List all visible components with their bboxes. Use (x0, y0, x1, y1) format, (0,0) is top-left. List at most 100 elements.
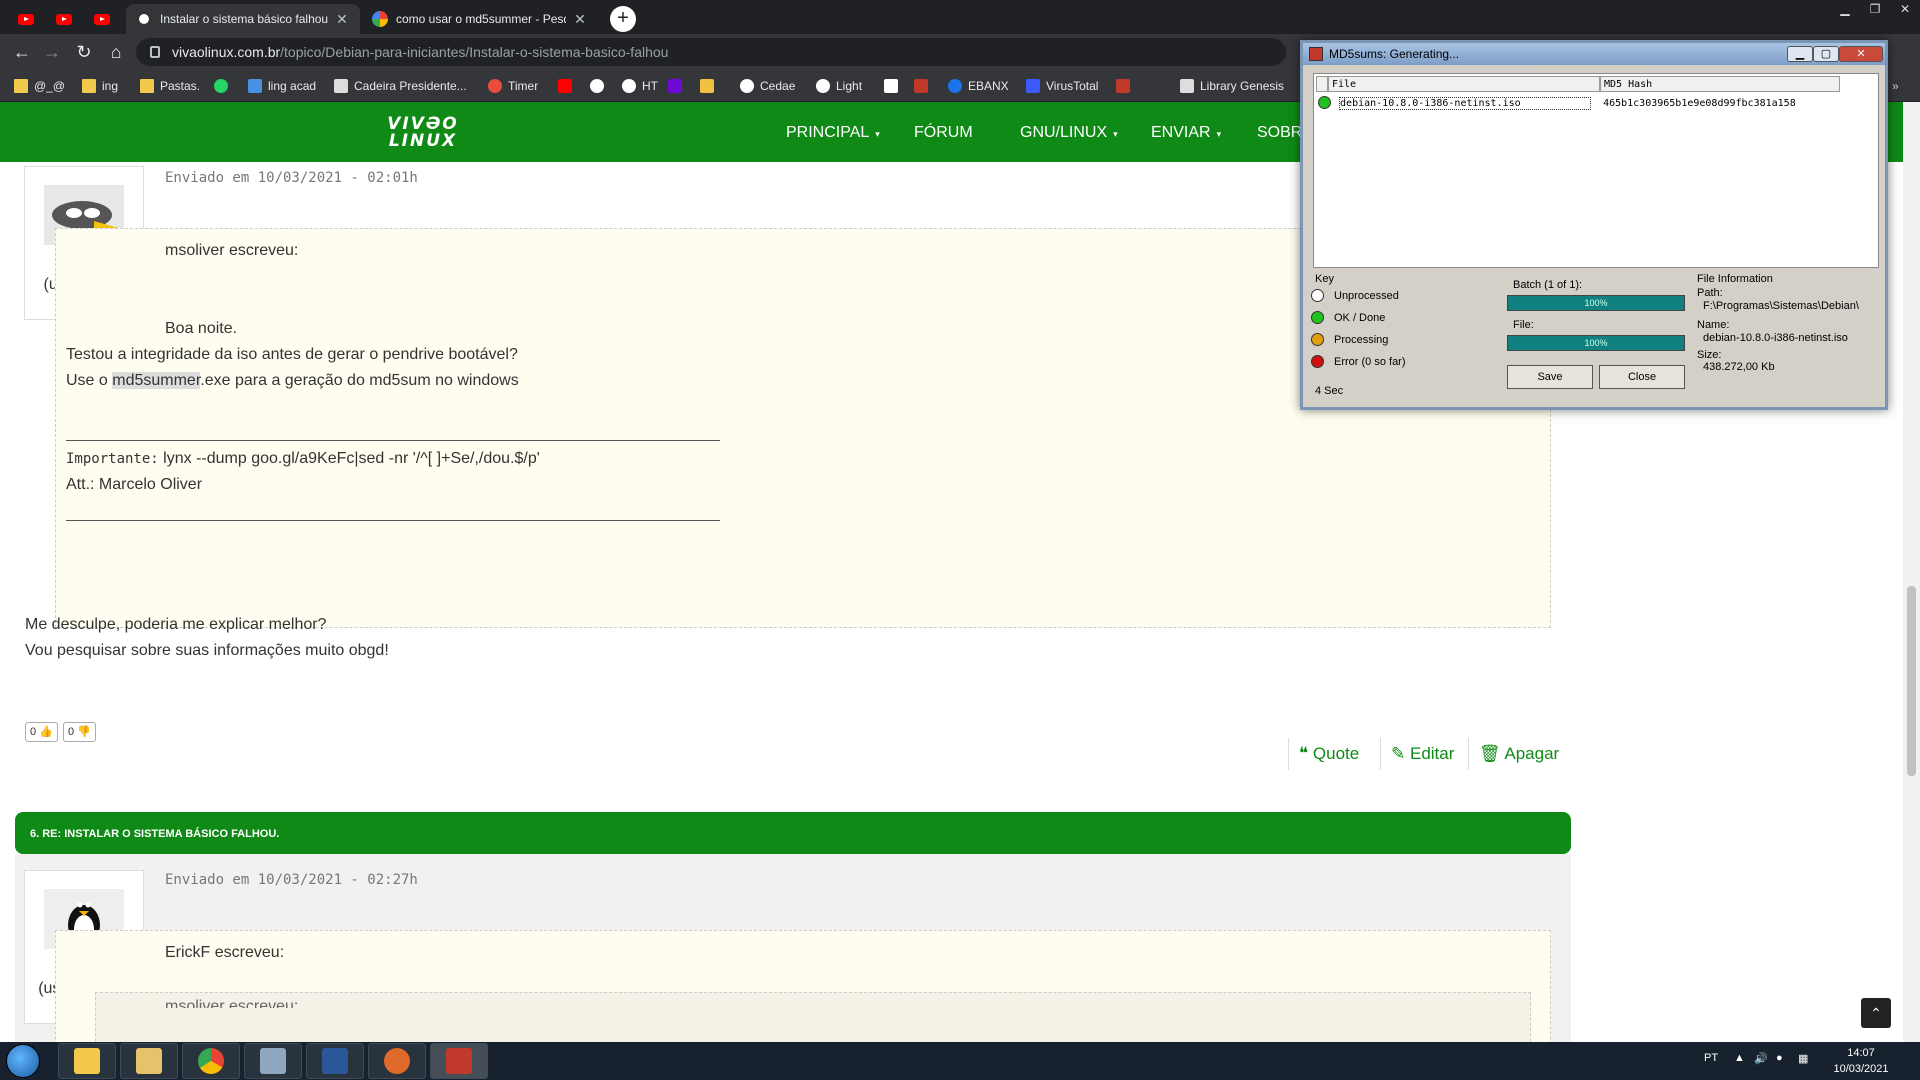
bookmark-item[interactable] (1116, 76, 1136, 96)
menu-sobre[interactable]: SOBR (1257, 124, 1302, 142)
taskbar-word[interactable] (306, 1043, 364, 1079)
bookmark-item[interactable]: Cedae (740, 76, 795, 96)
tray-expand-icon[interactable]: ▲ (1734, 1052, 1745, 1064)
scroll-to-top-button[interactable]: ⌃ (1861, 998, 1891, 1028)
bookmark-icon (914, 79, 928, 93)
virustotal-icon (1026, 79, 1040, 93)
maximize-icon[interactable]: ❐ (1860, 0, 1890, 20)
bookmark-item[interactable]: Library Genesis (1180, 76, 1284, 96)
taskbar-explorer[interactable] (58, 1043, 116, 1079)
bookmark-whatsapp[interactable] (214, 76, 234, 96)
tab-forum[interactable]: Instalar o sistema básico falhou. | ✕ (126, 4, 360, 34)
bookmark-item[interactable] (884, 76, 904, 96)
page-scrollbar[interactable] (1903, 102, 1920, 1042)
tray-app-icon[interactable]: ● (1776, 1052, 1783, 1064)
chevron-down-icon: ▾ (1216, 129, 1222, 139)
key-title: Key (1315, 273, 1334, 285)
network-icon[interactable]: ▦ (1798, 1052, 1808, 1065)
quote-button[interactable]: ❝ Quote (1288, 738, 1359, 770)
globe-icon (816, 79, 830, 93)
start-button[interactable] (6, 1044, 40, 1078)
bookmark-item[interactable] (914, 76, 934, 96)
taskbar-md5summer[interactable] (430, 1043, 488, 1079)
pinned-tab-youtube[interactable] (8, 4, 44, 34)
menu-forum[interactable]: FÓRUM (914, 124, 973, 142)
site-logo[interactable]: VIVƏO LINUX (378, 116, 468, 154)
folder-icon (140, 79, 154, 93)
taskbar-chrome[interactable] (182, 1043, 240, 1079)
delete-button[interactable]: 🗑 Apagar (1468, 738, 1559, 770)
md5sums-window: MD5sums: Generating... ▁ ▢ ✕ File MD5 Ha… (1300, 40, 1888, 410)
forward-arrow-icon[interactable]: → (40, 40, 64, 64)
close-icon[interactable]: ✕ (1890, 0, 1920, 20)
close-tab-icon[interactable]: ✕ (334, 11, 350, 28)
address-bar[interactable]: vivaolinux.com.br/topico/Debian-para-ini… (136, 38, 1286, 66)
bookmark-icon (884, 79, 898, 93)
menu-principal[interactable]: PRINCIPAL ▾ (786, 124, 880, 142)
circle-error-icon (1311, 355, 1324, 368)
bookmark-item[interactable]: EBANX (948, 76, 1009, 96)
quote-header: ErickF escreveu: (165, 944, 285, 961)
bookmark-item[interactable]: Light (816, 76, 862, 96)
post-section-header: 6. RE: INSTALAR O SISTEMA BÁSICO FALHOU. (15, 812, 1571, 854)
language-indicator[interactable]: PT (1704, 1052, 1718, 1064)
minimize-icon[interactable]: ▁ (1830, 0, 1860, 20)
post-text: Me desculpe, poderia me explicar melhor? (25, 616, 327, 633)
taskbar-computer[interactable] (244, 1043, 302, 1079)
bookmark-item[interactable]: @_@ (14, 76, 65, 96)
pinned-tab-youtube[interactable] (84, 4, 120, 34)
home-icon[interactable]: ⌂ (104, 40, 128, 64)
taskbar-folders[interactable] (120, 1043, 178, 1079)
bookmark-item[interactable]: HT (622, 76, 658, 96)
reload-icon[interactable]: ↻ (72, 40, 96, 64)
file-info-title: File Information (1697, 273, 1773, 285)
bookmark-olx[interactable] (668, 76, 688, 96)
minimize-icon[interactable]: ▁ (1787, 46, 1813, 62)
column-header-hash[interactable]: MD5 Hash (1600, 76, 1840, 92)
bookmark-item[interactable]: ing (82, 76, 118, 96)
menu-gnulinux[interactable]: GNU/LINUX ▾ (1020, 124, 1118, 142)
back-arrow-icon[interactable]: ← (10, 40, 34, 64)
column-header-file[interactable]: File (1328, 76, 1600, 92)
close-icon[interactable]: ✕ (1839, 46, 1883, 62)
new-tab-button[interactable]: + (610, 6, 636, 32)
bookmark-item[interactable]: VirusTotal (1026, 76, 1098, 96)
md5-app-icon (446, 1048, 472, 1074)
key-item: OK / Done (1311, 311, 1385, 324)
bookmark-item[interactable]: Cadeira Presidente... (334, 76, 467, 96)
menu-enviar[interactable]: ENVIAR ▾ (1151, 124, 1221, 142)
edit-button[interactable]: ✎ Editar (1380, 738, 1454, 770)
bookmark-youtube[interactable] (558, 76, 578, 96)
bookmark-item[interactable]: Timer (488, 76, 538, 96)
batch-label: Batch (1 of 1): (1513, 279, 1583, 291)
pinned-tab-youtube[interactable] (46, 4, 82, 34)
bookmark-icon (700, 79, 714, 93)
close-tab-icon[interactable]: ✕ (572, 11, 588, 28)
scrollbar-thumb[interactable] (1907, 586, 1916, 776)
bookmark-icon (248, 79, 262, 93)
list-item[interactable]: debian-10.8.0-i386-netinst.iso 465b1c303… (1318, 96, 1796, 110)
clock[interactable]: 14:07 10/03/2021 (1828, 1045, 1894, 1077)
like-button[interactable]: 0 👍 (25, 722, 58, 742)
taskbar-app[interactable] (368, 1043, 426, 1079)
key-item: Error (0 so far) (1311, 355, 1406, 368)
tab-search[interactable]: como usar o md5summer - Pesq ✕ (362, 4, 598, 34)
chevron-down-icon: ▾ (1113, 129, 1118, 139)
md5-hash: 465b1c303965b1e9e08d99fbc381a158 (1603, 97, 1796, 109)
app-icon (384, 1048, 410, 1074)
dislike-button[interactable]: 0 👎 (63, 722, 96, 742)
bookmark-item[interactable] (700, 76, 720, 96)
md5-file-list[interactable]: File MD5 Hash debian-10.8.0-i386-netinst… (1313, 73, 1879, 268)
pencil-icon: ✎ (1391, 744, 1406, 763)
bookmark-google[interactable] (590, 76, 610, 96)
close-button[interactable]: Close (1599, 365, 1685, 389)
maximize-icon[interactable]: ▢ (1813, 46, 1839, 62)
bookmark-item[interactable]: ling acad (248, 76, 316, 96)
url-path: /topico/Debian-para-iniciantes/Instalar-… (280, 44, 669, 60)
quote-icon: ❝ (1299, 744, 1309, 763)
volume-icon[interactable]: 🔊 (1754, 1052, 1768, 1065)
bookmark-item[interactable]: Pastas. (140, 76, 200, 96)
tab-title: Instalar o sistema básico falhou. | (160, 12, 328, 26)
more-bookmarks-icon[interactable]: » (1892, 76, 1899, 96)
save-button[interactable]: Save (1507, 365, 1593, 389)
